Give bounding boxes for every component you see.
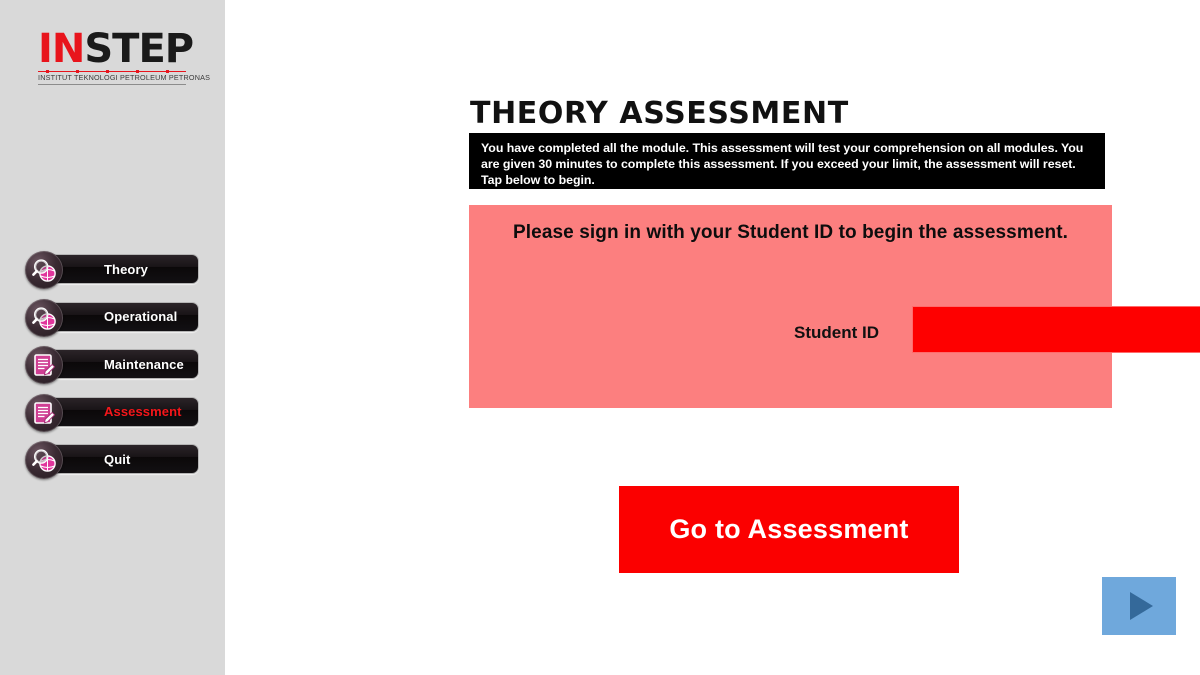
sidebar-item-quit-label: Quit <box>104 451 131 467</box>
sidebar: INSTEP INSTITUT TEKNOLOGI PETROLEUM PETR… <box>0 0 225 675</box>
document-pencil-icon <box>25 346 63 384</box>
logo-word-step: STEP <box>84 26 194 72</box>
student-id-input[interactable] <box>912 306 1200 353</box>
main-content: THEORY ASSESSMENT You have completed all… <box>225 0 1200 675</box>
sidebar-item-maintenance[interactable]: Maintenance <box>25 346 199 384</box>
sidebar-item-theory[interactable]: Theory <box>25 251 199 289</box>
sidebar-item-maintenance-label: Maintenance <box>104 356 184 372</box>
student-id-label: Student ID <box>794 323 879 342</box>
magnifier-globe-icon <box>25 298 63 337</box>
info-banner: You have completed all the module. This … <box>469 133 1105 189</box>
logo-divider-bottom <box>38 84 186 85</box>
signin-heading: Please sign in with your Student ID to b… <box>513 222 1068 243</box>
sidebar-item-quit-plate: Quit <box>47 444 199 474</box>
sidebar-item-operational-label: Operational <box>104 309 178 324</box>
sidebar-item-operational[interactable]: Operational <box>25 298 199 337</box>
sidebar-menu: Theory Operational Maintenance Assessmen… <box>25 251 199 489</box>
sidebar-item-theory-label: Theory <box>104 261 148 277</box>
next-page-button[interactable] <box>1102 577 1176 635</box>
magnifier-globe-icon <box>25 441 63 479</box>
sidebar-item-quit[interactable]: Quit <box>25 441 199 479</box>
signin-panel: Please sign in with your Student ID to b… <box>469 205 1200 408</box>
play-triangle-icon <box>1119 586 1159 626</box>
sidebar-item-assessment-label: Assessment <box>104 404 182 419</box>
sidebar-item-assessment[interactable]: Assessment <box>25 393 199 432</box>
page-title: THEORY ASSESSMENT <box>470 96 849 132</box>
logo-divider-top <box>38 70 186 73</box>
instep-logo: INSTEP INSTITUT TEKNOLOGI PETROLEUM PETR… <box>38 26 211 85</box>
logo-subtitle: INSTITUT TEKNOLOGI PETROLEUM PETRONAS <box>38 74 211 82</box>
logo-wordmark: INSTEP <box>38 26 194 72</box>
sidebar-item-maintenance-plate: Maintenance <box>47 349 199 379</box>
sidebar-item-theory-plate: Theory <box>47 254 199 284</box>
magnifier-globe-icon <box>25 251 63 289</box>
sidebar-item-operational-plate: Operational <box>47 301 199 332</box>
logo-word-in: IN <box>38 26 85 72</box>
sidebar-item-assessment-plate: Assessment <box>47 396 199 427</box>
info-banner-text: You have completed all the module. This … <box>481 141 1084 187</box>
document-pencil-icon <box>25 393 63 432</box>
go-to-assessment-button[interactable]: Go to Assessment <box>619 486 959 573</box>
